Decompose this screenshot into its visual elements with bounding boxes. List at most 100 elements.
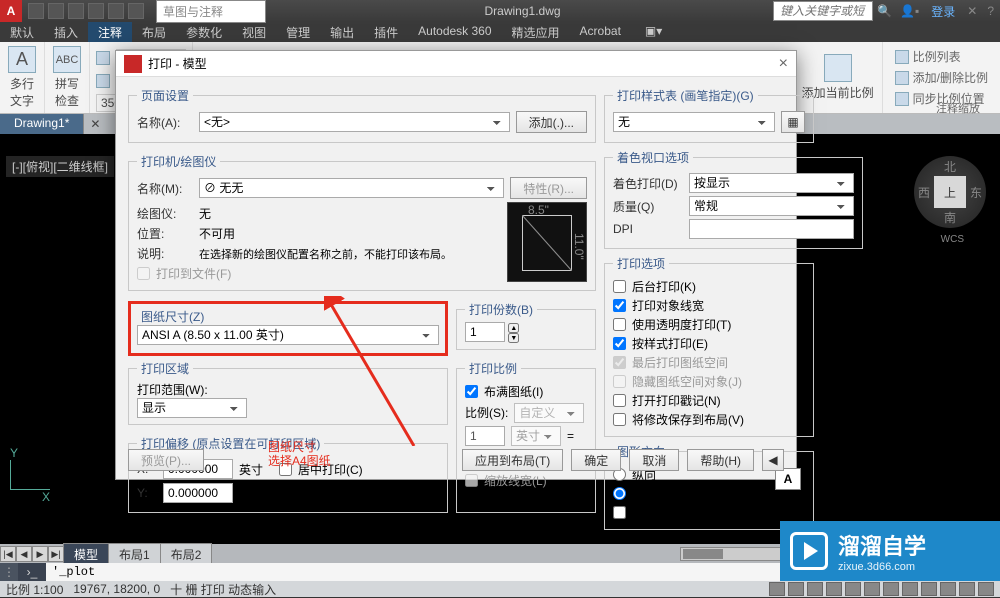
apply-button[interactable]: 应用到布局(T) <box>462 449 563 471</box>
tab-featured[interactable]: 精选应用 <box>502 22 570 42</box>
cmd-prompt-icon[interactable]: ›_ <box>18 563 46 581</box>
plot-style-group: 打印样式表 (画笔指定)(G) 无▦ <box>604 87 814 143</box>
workspace-dropdown[interactable]: 草图与注释 <box>156 0 266 23</box>
wcs-label[interactable]: WCS <box>941 234 964 245</box>
expand-button[interactable]: ◀ <box>762 449 784 471</box>
login-link[interactable]: 登录 <box>931 3 955 20</box>
fit-to-paper-checkbox[interactable] <box>465 385 478 398</box>
shade-plot-select[interactable]: 按显示 <box>689 173 854 193</box>
copies-down[interactable]: ▼ <box>508 333 519 343</box>
landscape-radio[interactable] <box>613 487 626 500</box>
qat-save-icon[interactable] <box>68 3 84 19</box>
add-page-setup-button[interactable]: 添加(.)... <box>516 111 587 133</box>
dialog-titlebar[interactable]: 打印 - 模型 × <box>116 51 796 77</box>
help-search-input[interactable] <box>773 1 873 21</box>
copies-up[interactable]: ▲ <box>508 323 519 333</box>
page-setup-select[interactable]: <无> <box>199 112 510 132</box>
opt-background[interactable] <box>613 280 626 293</box>
plot-style-select[interactable]: 无 <box>613 112 775 132</box>
tab-output[interactable]: 输出 <box>320 22 364 42</box>
user-icon[interactable]: 👤▪ <box>900 4 919 18</box>
status-extras: 十 栅 打印 动态输入 <box>170 581 276 598</box>
play-icon <box>790 532 828 570</box>
close-icon[interactable]: × <box>779 55 788 73</box>
view-cube[interactable]: 北 南 西 东 上 <box>914 156 986 228</box>
spellcheck-button[interactable]: ABC 拼写 检查 <box>45 42 90 113</box>
doc-tab-drawing1[interactable]: Drawing1* <box>0 114 84 134</box>
viewport-label[interactable]: [-][俯视][二维线框] <box>6 156 114 177</box>
plot-what-select[interactable]: 显示 <box>137 398 247 418</box>
ribbon-group-label: 注释缩放 <box>936 100 980 116</box>
status-icon[interactable] <box>864 582 880 596</box>
tab-a360[interactable]: Autodesk 360 <box>408 22 501 42</box>
opt-lineweights[interactable] <box>613 299 626 312</box>
status-icon[interactable] <box>769 582 785 596</box>
status-icon[interactable] <box>978 582 994 596</box>
status-icon[interactable] <box>940 582 956 596</box>
plot-scale-group: 打印比例 布满图纸(I) 比例(S):自定义 英寸= 单位(U) 缩放线宽(L) <box>456 360 596 513</box>
cube-top-face[interactable]: 上 <box>934 176 966 208</box>
status-icon[interactable] <box>921 582 937 596</box>
opt-save-layout[interactable] <box>613 413 626 426</box>
exchange-icon[interactable]: ✕ <box>967 4 977 18</box>
plot-options-group: 打印选项 后台打印(K) 打印对象线宽 使用透明度打印(T) 按样式打印(E) … <box>604 255 814 437</box>
preview-button: 预览(P)... <box>128 449 204 471</box>
status-icon[interactable] <box>826 582 842 596</box>
offset-y-input[interactable] <box>163 483 233 503</box>
tab-nav-prev[interactable]: ◀ <box>16 546 32 562</box>
watermark-badge: 溜溜自学 zixue.3d66.com <box>780 521 1000 581</box>
printer-select[interactable]: ⊘ 无无 <box>199 178 504 198</box>
qat-redo-icon[interactable] <box>108 3 124 19</box>
tab-view[interactable]: 视图 <box>232 22 276 42</box>
search-icon[interactable]: 🔍 <box>877 4 892 18</box>
paper-preview: 8.5" 11.0" <box>507 202 587 282</box>
help-button[interactable]: 帮助(H) <box>687 449 754 471</box>
upside-checkbox[interactable] <box>613 506 626 519</box>
quality-select[interactable]: 常规 <box>689 196 854 216</box>
opt-styles[interactable] <box>613 337 626 350</box>
tab-manage[interactable]: 管理 <box>276 22 320 42</box>
status-scale[interactable]: 比例 1:100 <box>6 581 63 598</box>
cancel-button[interactable]: 取消 <box>629 449 679 471</box>
tab-nav-next[interactable]: ▶ <box>32 546 48 562</box>
tab-layout[interactable]: 布局 <box>132 22 176 42</box>
text-icon: A <box>8 46 36 73</box>
qat-print-icon[interactable] <box>128 3 144 19</box>
tab-nav-first[interactable]: |◀ <box>0 546 16 562</box>
scale-list-button[interactable]: 比例列表 <box>889 46 994 67</box>
opt-transparency[interactable] <box>613 318 626 331</box>
tab-expand-icon[interactable]: ▣▾ <box>635 22 672 42</box>
tab-default[interactable]: 默认 <box>0 22 44 42</box>
status-icon[interactable] <box>959 582 975 596</box>
help-icon[interactable]: ? <box>987 4 994 18</box>
new-tab-button[interactable]: ✕ <box>84 114 106 134</box>
orientation-icon: A <box>775 468 801 490</box>
tab-parametric[interactable]: 参数化 <box>176 22 232 42</box>
quick-access-toolbar <box>22 3 150 19</box>
scale-add-icon <box>824 54 852 82</box>
plot-style-edit-button[interactable]: ▦ <box>781 111 805 133</box>
status-icon[interactable] <box>807 582 823 596</box>
tab-insert[interactable]: 插入 <box>44 22 88 42</box>
app-icon[interactable]: A <box>0 0 22 22</box>
status-icon[interactable] <box>902 582 918 596</box>
tab-annotate[interactable]: 注释 <box>88 22 132 42</box>
status-icon[interactable] <box>845 582 861 596</box>
tab-plugins[interactable]: 插件 <box>364 22 408 42</box>
opt-stamp[interactable] <box>613 394 626 407</box>
btn-label: 拼写 <box>55 75 79 92</box>
qat-undo-icon[interactable] <box>88 3 104 19</box>
qat-new-icon[interactable] <box>28 3 44 19</box>
status-icon[interactable] <box>788 582 804 596</box>
multiline-text-button[interactable]: A 多行 文字 <box>0 42 45 113</box>
document-title: Drawing1.dwg <box>272 4 773 18</box>
tab-acrobat[interactable]: Acrobat <box>570 22 631 42</box>
tab-nav-last[interactable]: ▶| <box>48 546 64 562</box>
cmd-handle-icon[interactable]: ⋮ <box>0 563 18 581</box>
copies-input[interactable] <box>465 322 505 342</box>
page-setup-group: 页面设置 名称(A): <无> 添加(.)... <box>128 87 596 143</box>
add-delete-scale-button[interactable]: 添加/删除比例 <box>889 67 994 88</box>
qat-open-icon[interactable] <box>48 3 64 19</box>
ok-button[interactable]: 确定 <box>571 449 621 471</box>
status-icon[interactable] <box>883 582 899 596</box>
